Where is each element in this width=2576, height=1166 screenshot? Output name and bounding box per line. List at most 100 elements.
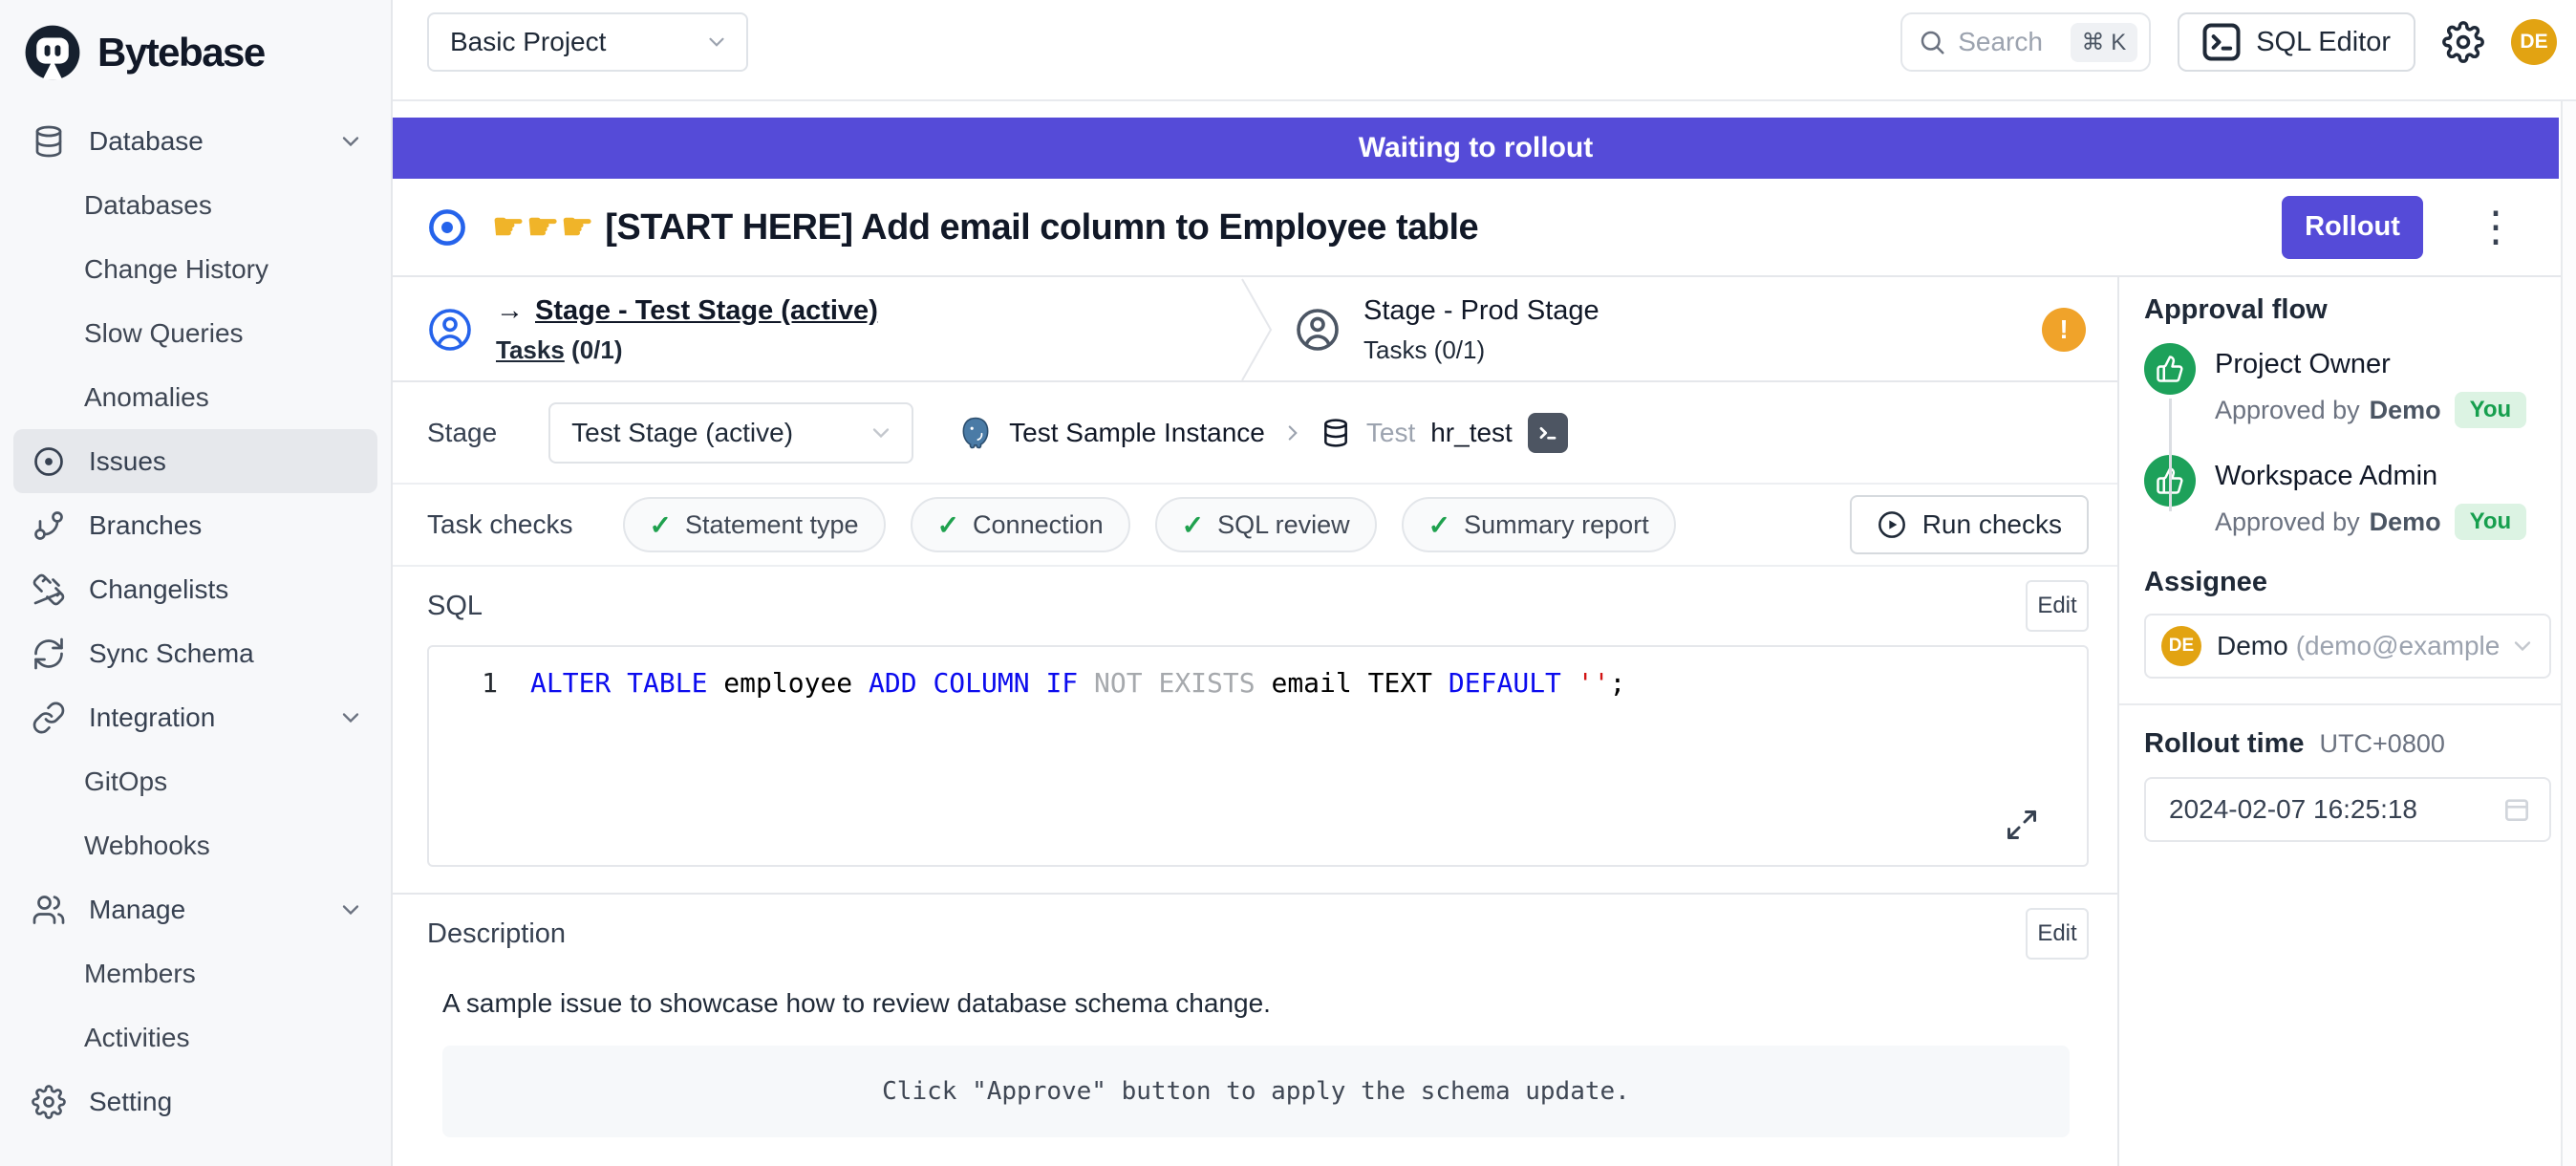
description-section: Description Edit A sample issue to showc… <box>393 895 2117 1166</box>
sidebar-item-members[interactable]: Members <box>13 941 377 1005</box>
issue-title-row: ☛☛☛[START HERE] Add email column to Empl… <box>393 179 2561 277</box>
stage-label: Stage <box>427 418 497 448</box>
task-checks-label: Task checks <box>427 509 573 540</box>
status-banner: Waiting to rollout <box>393 118 2559 179</box>
chevron-down-icon <box>868 420 894 446</box>
stage-separator <box>1238 277 1277 382</box>
task-checks-row: Task checks ✓Statement type ✓Connection … <box>393 483 2117 567</box>
rollout-time-input[interactable]: 2024-02-07 16:25:18 <box>2144 777 2551 842</box>
approved-thumbs-up-icon <box>2144 343 2196 395</box>
check-pill-connection[interactable]: ✓Connection <box>911 497 1130 552</box>
sidebar-item-sync-schema[interactable]: Sync Schema <box>13 621 377 685</box>
person-circle-icon-blue <box>427 307 473 353</box>
assignee-dropdown[interactable]: DE Demo (demo@example <box>2144 614 2551 679</box>
sidebar-item-gitops[interactable]: GitOps <box>13 749 377 813</box>
search-input[interactable]: Search ⌘ K <box>1900 12 2151 72</box>
pointing-hand-emoji: ☛☛☛ <box>492 207 595 248</box>
sql-edit-button[interactable]: Edit <box>2026 580 2089 632</box>
gear-icon <box>32 1085 66 1119</box>
stage-tab-test[interactable]: →Stage - Test Stage (active) Tasks (0/1) <box>427 277 878 382</box>
person-circle-icon-gray <box>1295 307 1341 353</box>
sql-editor[interactable]: 1 ALTER TABLE employee ADD COLUMN IF NOT… <box>427 645 2089 867</box>
bytebase-logo[interactable]: Bytebase <box>0 0 391 82</box>
postgresql-icon <box>957 415 994 451</box>
sidebar-item-integration[interactable]: Integration <box>13 685 377 749</box>
approval-flow-heading: Approval flow <box>2144 294 2547 326</box>
description-edit-button[interactable]: Edit <box>2026 908 2089 960</box>
project-selector[interactable]: Basic Project <box>427 12 748 72</box>
brand-name: Bytebase <box>97 30 265 76</box>
open-in-sql-editor-icon[interactable] <box>1528 413 1568 453</box>
database-icon <box>32 124 66 159</box>
check-icon: ✓ <box>1182 509 1204 541</box>
sidebar-item-slow-queries[interactable]: Slow Queries <box>13 301 377 365</box>
assignee-heading: Assignee <box>2144 567 2547 598</box>
assignee-avatar: DE <box>2161 626 2201 666</box>
stage-test-link[interactable]: Stage - Test Stage (active) <box>535 295 878 327</box>
database-icon <box>1320 418 1351 448</box>
check-icon: ✓ <box>1428 509 1450 541</box>
sidebar-item-issues[interactable]: Issues <box>13 429 377 493</box>
users-icon <box>32 893 66 927</box>
you-badge: You <box>2455 392 2527 428</box>
issues-icon <box>32 444 66 479</box>
stage-select-dropdown[interactable]: Test Stage (active) <box>548 402 913 464</box>
sidebar-item-webhooks[interactable]: Webhooks <box>13 813 377 877</box>
environment-tag: Test <box>1366 418 1415 448</box>
chevron-right-icon <box>1280 421 1305 445</box>
chevron-down-icon <box>337 896 364 923</box>
sidebar-item-manage[interactable]: Manage <box>13 877 377 941</box>
top-bar: Basic Project Search ⌘ K SQL Editor DE <box>393 0 2576 101</box>
expand-editor-icon[interactable] <box>2005 808 2039 842</box>
pencil-ruler-icon <box>32 572 66 607</box>
check-icon: ✓ <box>650 509 672 541</box>
sidebar: Bytebase Database Databases Change Histo… <box>0 0 393 1166</box>
check-icon: ✓ <box>937 509 959 541</box>
description-text: A sample issue to showcase how to review… <box>442 988 2089 1019</box>
issue-side-panel: Approval flow Project Owner Approved byD… <box>2117 277 2561 1166</box>
sidebar-item-branches[interactable]: Branches <box>13 493 377 557</box>
database-name[interactable]: hr_test <box>1430 418 1513 448</box>
line-number: 1 <box>429 664 498 702</box>
chevron-down-icon <box>337 128 364 155</box>
instance-name[interactable]: Test Sample Instance <box>1009 418 1265 448</box>
search-icon <box>1918 28 1946 56</box>
tasks-link[interactable]: Tasks <box>496 335 565 364</box>
scrollbar-track[interactable] <box>2561 101 2576 1166</box>
rollout-time-heading: Rollout time <box>2144 728 2305 760</box>
kebab-menu-icon[interactable]: ⋮ <box>2465 206 2526 248</box>
approval-connector-line <box>2169 399 2172 511</box>
sidebar-item-setting[interactable]: Setting <box>13 1069 377 1134</box>
stage-tab-prod[interactable]: Stage - Prod Stage Tasks (0/1) <box>1295 277 1599 382</box>
rollout-button[interactable]: Rollout <box>2282 196 2423 259</box>
run-checks-button[interactable]: Run checks <box>1850 495 2089 554</box>
sidebar-item-activities[interactable]: Activities <box>13 1005 377 1069</box>
sql-heading: SQL <box>427 591 483 622</box>
sidebar-item-changelists[interactable]: Changelists <box>13 557 377 621</box>
settings-gear-icon[interactable] <box>2442 21 2484 63</box>
sql-statement: ALTER TABLE employee ADD COLUMN IF NOT E… <box>530 664 1625 702</box>
search-placeholder: Search <box>1958 27 2070 57</box>
status-banner-text: Waiting to rollout <box>1359 132 1594 164</box>
chevron-down-icon <box>337 704 364 731</box>
bytebase-logo-icon <box>23 23 82 82</box>
you-badge: You <box>2455 504 2527 540</box>
description-code-block: Click "Approve" button to apply the sche… <box>442 1046 2070 1137</box>
user-avatar[interactable]: DE <box>2511 19 2557 65</box>
sidebar-item-database[interactable]: Database <box>13 109 377 173</box>
stage-alert-badge: ! <box>2042 308 2086 352</box>
check-pill-statement-type[interactable]: ✓Statement type <box>623 497 886 552</box>
sql-section: SQL Edit 1 ALTER TABLE employee ADD COLU… <box>393 567 2117 893</box>
play-circle-icon <box>1877 509 1907 540</box>
check-pill-sql-review[interactable]: ✓SQL review <box>1155 497 1377 552</box>
sidebar-item-databases[interactable]: Databases <box>13 173 377 237</box>
check-pill-summary-report[interactable]: ✓Summary report <box>1402 497 1676 552</box>
sql-editor-button[interactable]: SQL Editor <box>2178 12 2415 72</box>
chevron-down-icon <box>2509 633 2536 659</box>
sidebar-item-change-history[interactable]: Change History <box>13 237 377 301</box>
git-branch-icon <box>32 508 66 543</box>
keyboard-shortcut-badge: ⌘ K <box>2071 23 2138 62</box>
sidebar-item-anomalies[interactable]: Anomalies <box>13 365 377 429</box>
approval-step-project-owner: Project Owner Approved byDemoYou <box>2144 343 2547 428</box>
sidebar-nav: Database Databases Change History Slow Q… <box>0 82 391 1134</box>
